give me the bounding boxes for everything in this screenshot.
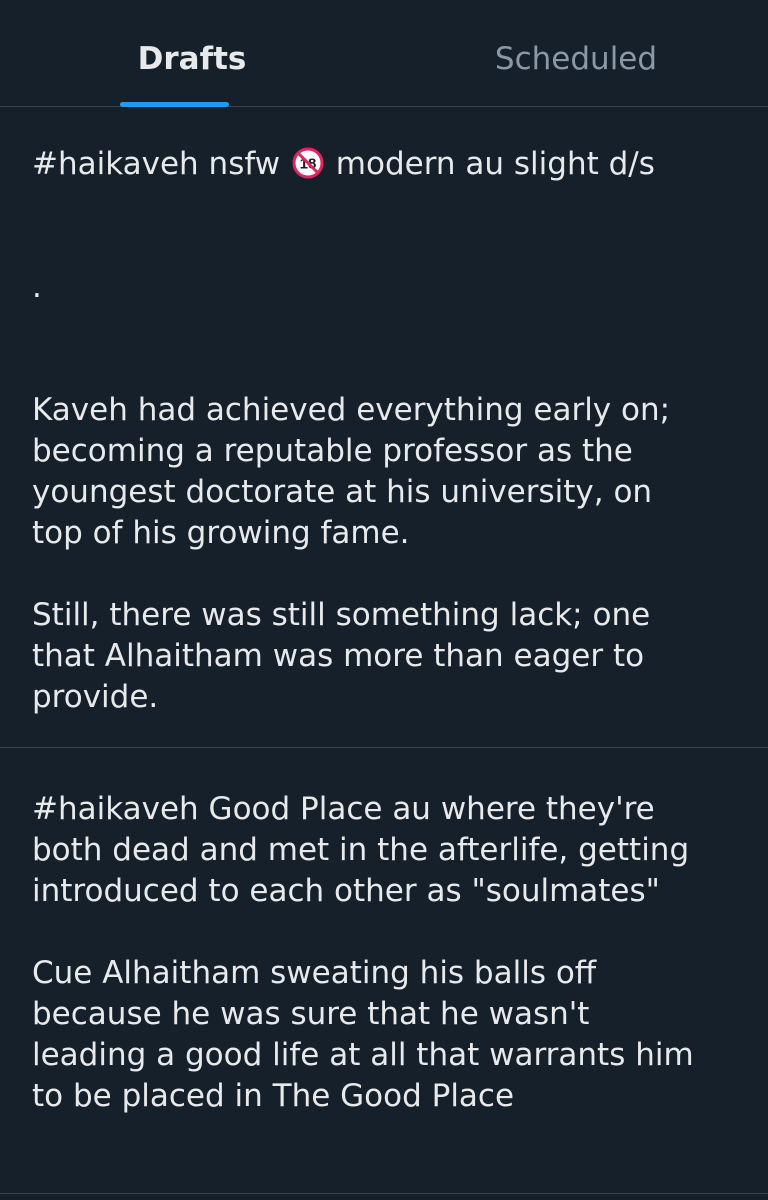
tab-drafts-label: Drafts	[137, 41, 247, 77]
draft-item[interactable]: #haikaveh nsfw 18 modern au slight d/s .…	[0, 144, 768, 748]
draft-dot: .	[32, 269, 42, 305]
no-under-18-icon: 18	[292, 147, 324, 179]
active-tab-indicator	[120, 102, 229, 107]
tab-bar: Drafts Scheduled	[0, 0, 768, 107]
draft-paragraph: Cue Alhaitham sweating his balls off bec…	[32, 955, 694, 1114]
tab-drafts[interactable]: Drafts	[0, 0, 384, 107]
draft-item[interactable]: #haikaveh Good Place au where they're bo…	[0, 749, 768, 1194]
tab-scheduled-label: Scheduled	[494, 41, 658, 77]
draft-paragraph: Still, there was still something lack; o…	[32, 597, 651, 715]
draft-paragraph: #haikaveh Good Place au where they're bo…	[32, 791, 690, 909]
tab-scheduled[interactable]: Scheduled	[384, 0, 768, 107]
draft-text: #haikaveh nsfw	[32, 146, 290, 182]
draft-line: #haikaveh nsfw 18 modern au slight d/s	[32, 144, 736, 185]
draft-paragraph: Kaveh had achieved everything early on; …	[32, 392, 671, 551]
draft-text: modern au slight d/s	[325, 146, 655, 182]
